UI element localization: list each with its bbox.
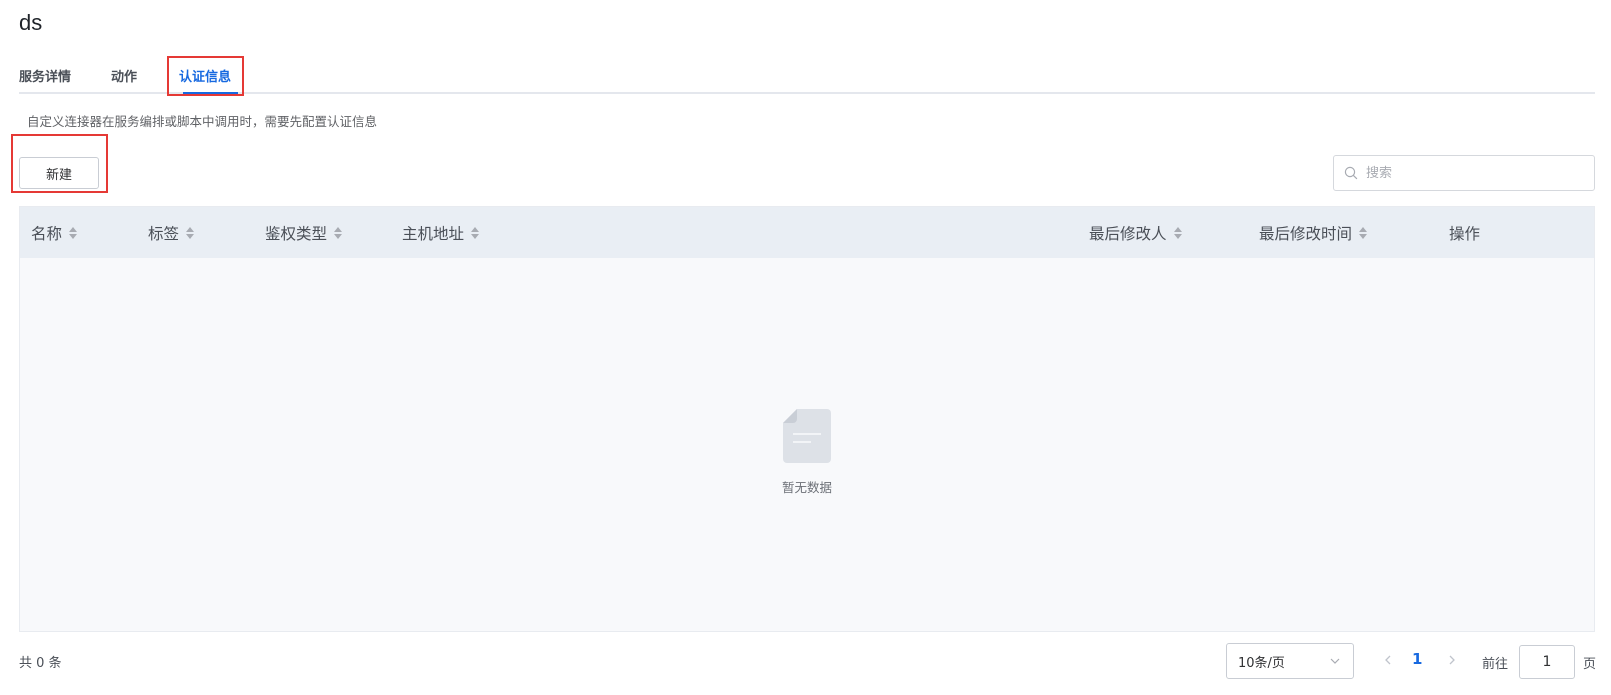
page-title: ds (19, 10, 43, 35)
column-header-auth-type[interactable]: 鉴权类型 (265, 207, 343, 258)
page-size-value: 10条/页 (1238, 655, 1285, 671)
search-icon (1344, 166, 1358, 180)
column-header-last-modifier[interactable]: 最后修改人 (1089, 207, 1183, 258)
column-header-actions: 操作 (1449, 207, 1480, 258)
column-header-label: 主机地址 (402, 224, 465, 243)
search-input[interactable] (1364, 164, 1584, 182)
page-size-select[interactable]: 10条/页 (1226, 643, 1354, 679)
new-button[interactable]: 新建 (19, 157, 99, 189)
chevron-down-icon (1330, 658, 1340, 664)
column-header-label: 最后修改人 (1089, 224, 1167, 243)
empty-state: 暂无数据 (20, 407, 1594, 496)
page-root: ds 服务详情 动作 认证信息 自定义连接器在服务编排或脚本中调用时，需要先配置… (0, 0, 1611, 695)
column-header-label: 最后修改时间 (1259, 224, 1353, 243)
goto-page-input[interactable] (1519, 645, 1575, 679)
column-header-label: 鉴权类型 (265, 224, 328, 243)
tab-auth-info[interactable]: 认证信息 (179, 66, 231, 85)
tab-service-details[interactable]: 服务详情 (19, 66, 71, 85)
auth-table: 名称 标签 鉴权类型 主机地址 最后修改人 最后修改时间 操作 暂无数据 (19, 206, 1595, 632)
column-header-label: 标签 (148, 224, 180, 243)
total-count: 共 0 条 (19, 656, 62, 671)
chevron-right-icon[interactable] (1445, 652, 1459, 668)
sort-icon[interactable] (68, 226, 78, 240)
auth-description: 自定义连接器在服务编排或脚本中调用时，需要先配置认证信息 (27, 114, 378, 129)
sort-icon[interactable] (1173, 226, 1183, 240)
goto-label: 前往 (1482, 657, 1509, 672)
sort-icon[interactable] (470, 226, 480, 240)
sort-icon[interactable] (185, 226, 195, 240)
page-number-current[interactable]: 1 (1412, 650, 1422, 668)
sort-icon[interactable] (333, 226, 343, 240)
column-header-label: 操作 (1449, 224, 1481, 243)
column-header-name[interactable]: 名称 (31, 207, 78, 258)
goto-suffix: 页 (1583, 657, 1597, 672)
column-header-label: 名称 (31, 224, 63, 243)
sort-icon[interactable] (1358, 226, 1368, 240)
table-header: 名称 标签 鉴权类型 主机地址 最后修改人 最后修改时间 操作 (20, 207, 1594, 258)
tab-actions[interactable]: 动作 (111, 66, 137, 85)
search-box[interactable] (1333, 155, 1595, 191)
column-header-last-modified-time[interactable]: 最后修改时间 (1259, 207, 1368, 258)
column-header-tags[interactable]: 标签 (148, 207, 195, 258)
tab-bar: 服务详情 动作 认证信息 (19, 60, 1595, 94)
empty-text: 暂无数据 (781, 480, 832, 495)
column-header-host[interactable]: 主机地址 (402, 207, 480, 258)
empty-document-icon (783, 409, 831, 463)
chevron-left-icon[interactable] (1381, 652, 1395, 668)
active-tab-indicator (183, 92, 238, 94)
